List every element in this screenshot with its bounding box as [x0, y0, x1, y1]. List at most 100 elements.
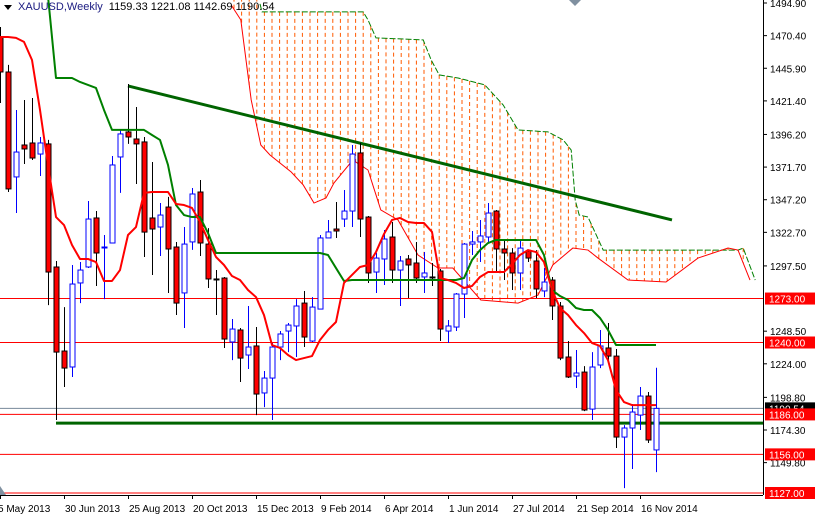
- candle-body: [5, 71, 12, 190]
- candle: [349, 144, 356, 228]
- time-tick-label: 30 Jun 2013: [65, 504, 120, 515]
- candle: [189, 187, 196, 250]
- candle-body: [93, 217, 100, 254]
- candle: [277, 331, 284, 361]
- price-tick-label: 1347.20: [770, 196, 807, 207]
- candle-body: [421, 272, 428, 278]
- candle: [621, 425, 628, 489]
- candle: [261, 370, 268, 408]
- price-chart[interactable]: 1494.90 1470.40 1445.90 1421.40 1396.20 1371.…: [0, 0, 815, 516]
- candle: [573, 349, 580, 389]
- candle-body: [269, 346, 276, 379]
- candle: [429, 262, 436, 287]
- candle: [13, 109, 20, 214]
- candle-body: [157, 214, 164, 228]
- candle: [293, 299, 300, 358]
- candle: [589, 352, 596, 421]
- candle: [133, 107, 140, 185]
- candle-body: [381, 238, 388, 260]
- candle: [125, 83, 132, 144]
- candle-body: [533, 260, 540, 290]
- price-tick-label: 1396.20: [770, 130, 807, 141]
- price-tick-label: 1322.70: [770, 228, 807, 239]
- candle-body: [501, 248, 508, 254]
- candle: [5, 64, 12, 192]
- candle: [461, 243, 468, 318]
- candle: [581, 366, 588, 412]
- candle-body: [525, 250, 532, 259]
- candle-body: [621, 427, 628, 438]
- candle: [53, 260, 60, 421]
- time-tick-label: 9 Feb 2014: [321, 504, 372, 515]
- candle: [21, 99, 28, 165]
- candle: [109, 156, 116, 244]
- price-tick-label: 1224.00: [770, 360, 807, 371]
- candle-body: [205, 243, 212, 280]
- chart-header: XAUUSD,Weekly 1159.33 1221.08 1142.69 11…: [4, 1, 275, 13]
- candle-body: [605, 347, 612, 357]
- price-tick-label: 1470.40: [770, 32, 807, 43]
- candle-body: [173, 246, 180, 304]
- candle-body: [285, 324, 292, 332]
- candle-body: [413, 262, 420, 279]
- candle: [213, 270, 220, 316]
- candle: [309, 297, 316, 342]
- candle: [509, 248, 516, 291]
- time-tick-label: 25 Aug 2013: [129, 504, 186, 515]
- triangle-down-icon[interactable]: [4, 4, 12, 10]
- plot-area[interactable]: [0, 0, 763, 494]
- candle-body: [301, 302, 308, 338]
- candle: [253, 327, 260, 416]
- candle: [365, 215, 372, 283]
- chart-shift-marker-icon[interactable]: [569, 0, 581, 6]
- candle-body: [133, 138, 140, 145]
- candle: [93, 211, 100, 287]
- candle-body: [397, 260, 404, 271]
- candle: [629, 404, 636, 470]
- candle: [325, 219, 332, 239]
- candle-body: [453, 293, 460, 328]
- candle-body: [493, 210, 500, 250]
- candle-body: [653, 407, 660, 451]
- candle-body: [429, 276, 436, 279]
- candle: [373, 252, 380, 293]
- candle-body: [149, 217, 156, 230]
- symbol-timeframe: XAUUSD,Weekly: [18, 1, 103, 13]
- candle-body: [469, 241, 476, 245]
- price-tick-label: 1421.40: [770, 97, 807, 108]
- candle-body: [141, 141, 148, 233]
- candle-body: [317, 237, 324, 310]
- candle: [221, 276, 228, 348]
- candle-body: [253, 345, 260, 395]
- candle-body: [477, 235, 484, 243]
- candle-body: [101, 246, 108, 249]
- candle-body: [541, 281, 548, 292]
- candle-body: [613, 355, 620, 438]
- candle-body: [237, 329, 244, 359]
- resistance-trendline[interactable]: [127, 84, 673, 222]
- candle: [653, 367, 660, 473]
- level-price-tag: 1156.00: [769, 450, 805, 461]
- candle-body: [69, 283, 76, 368]
- candle: [165, 196, 172, 293]
- candle-body: [61, 350, 68, 369]
- time-tick-label: 27 Jul 2014: [513, 504, 565, 515]
- senkou-span-a-line: [230, 4, 751, 304]
- candle-body: [389, 236, 396, 271]
- candle: [453, 292, 460, 332]
- candle: [413, 241, 420, 283]
- candle: [485, 203, 492, 244]
- level-price-tag: 1273.00: [769, 295, 806, 306]
- candle-body: [13, 151, 20, 178]
- candle-body: [565, 356, 572, 378]
- candle: [157, 203, 164, 257]
- candle: [533, 250, 540, 299]
- candle-body: [0, 36, 4, 73]
- candle: [29, 97, 36, 161]
- candle: [501, 239, 508, 281]
- candle: [181, 227, 188, 328]
- candle: [61, 307, 68, 387]
- candle-body: [645, 395, 652, 441]
- level-price-tag: 1186.00: [769, 410, 805, 421]
- candle: [229, 319, 236, 361]
